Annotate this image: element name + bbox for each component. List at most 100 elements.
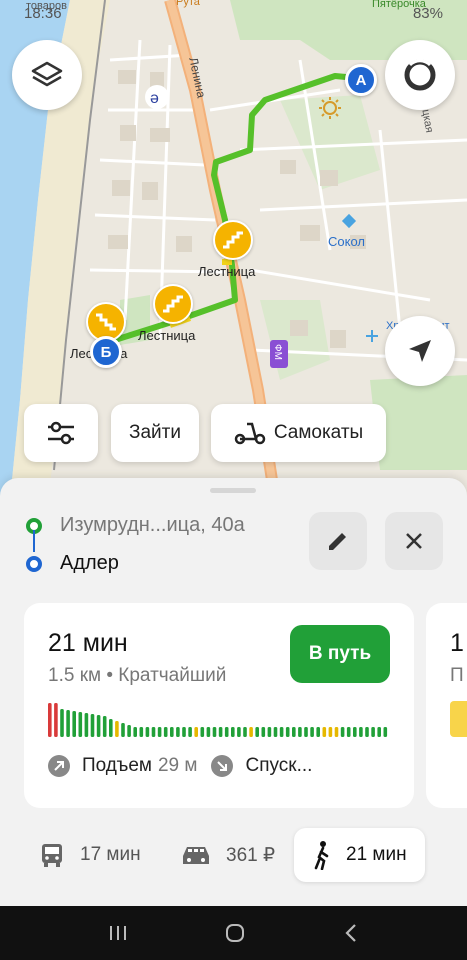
- elevation-bar: [383, 727, 388, 737]
- map-label-fm: ФМ: [272, 344, 283, 360]
- route-option-card[interactable]: 21 мин 1.5 км • Кратчайший В путь Подъем…: [24, 603, 414, 808]
- sliders-icon: [48, 421, 74, 445]
- pencil-icon: [329, 533, 346, 550]
- elevation-bar: [243, 727, 247, 737]
- elevation-bar: [182, 727, 186, 737]
- mode-taxi[interactable]: 361 ₽: [180, 828, 275, 882]
- route-summary: 1.5 км • Кратчайший: [48, 665, 226, 687]
- elevation-bar: [304, 727, 308, 737]
- layers-button[interactable]: [12, 40, 82, 110]
- map-label-stairs-1: Лестница: [198, 264, 256, 279]
- elevation-bar: [121, 723, 125, 737]
- elevation-bar: [371, 727, 375, 737]
- stairs-icon: [96, 313, 116, 331]
- elevation-bar: [176, 727, 180, 737]
- map-label-stairs-2: Лестница: [138, 328, 196, 343]
- stairs-marker-1[interactable]: [213, 220, 253, 260]
- stairs-marker-2[interactable]: [153, 284, 193, 324]
- ascent-icon: [48, 755, 70, 777]
- elevation-bar: [285, 727, 290, 737]
- route-distance: 1.5 км: [48, 665, 102, 686]
- assistant-ring-icon: [404, 59, 436, 91]
- map-label-sokol: Сокол: [328, 234, 365, 249]
- elevation-bar: [78, 712, 83, 737]
- close-route-button[interactable]: [385, 512, 443, 570]
- elevation-bar: [84, 713, 89, 737]
- scooter-icon: [234, 422, 266, 445]
- route-start-marker[interactable]: А: [345, 64, 377, 96]
- elevation-bar: [54, 703, 58, 737]
- pedestrian-icon: [314, 841, 329, 870]
- recent-apps-icon[interactable]: [108, 924, 128, 942]
- elevation-bar: [115, 721, 119, 737]
- elevation-bar: [328, 727, 333, 737]
- map-label-tovarov: товаров: [26, 0, 67, 12]
- scooters-chip-label: Самокаты: [273, 422, 364, 443]
- ascent-label: Подъем: [82, 755, 152, 776]
- descent-label: Спуск...: [245, 755, 313, 776]
- enter-chip-label: Зайти: [129, 422, 181, 443]
- descent-icon: [211, 755, 234, 777]
- elevation-bar: [163, 727, 168, 737]
- stairs-icon: [163, 295, 183, 313]
- start-route-button[interactable]: В путь: [290, 625, 390, 683]
- elevation-bar: [310, 727, 314, 737]
- waypoint-to[interactable]: Адлер: [26, 552, 119, 575]
- elevation-bar: [249, 727, 253, 737]
- elevation-bar: [206, 727, 211, 737]
- navigation-arrow-icon: [409, 340, 431, 362]
- elevation-bar: [377, 727, 381, 737]
- map-label-pyaterochka: Пятёрочка: [372, 0, 426, 10]
- route-duration: 21 мин: [48, 629, 128, 657]
- elevation-bar: [224, 727, 229, 737]
- route-type: Кратчайший: [118, 665, 227, 686]
- elevation-bar: [145, 727, 150, 737]
- elevation-bar: [346, 727, 351, 737]
- close-icon: [406, 533, 422, 549]
- back-icon[interactable]: [343, 923, 359, 943]
- elevation-bar: [231, 727, 235, 737]
- elevation-bar: [72, 711, 76, 737]
- route-panel: Изумрудн...ица, 40а Адлер 21 мин 1.5 км …: [0, 478, 467, 906]
- enter-chip[interactable]: Зайти: [111, 404, 199, 462]
- elevation-profile: [48, 703, 388, 737]
- destination-dot-icon: [26, 555, 42, 572]
- elevation-bar: [353, 727, 357, 737]
- map-view[interactable]: ə 18:36 83% товаров Рута Пятёрочка Ленин…: [0, 0, 467, 500]
- route-settings-button[interactable]: [24, 404, 98, 462]
- alt-route-summary: П: [450, 665, 464, 686]
- elevation-bar: [48, 703, 52, 737]
- scooters-chip[interactable]: Самокаты: [211, 404, 386, 462]
- elevation-stats: Подъем 29 м Спуск...: [48, 755, 312, 777]
- elevation-bar: [292, 727, 296, 737]
- alt-route-card[interactable]: 1 П: [426, 603, 467, 808]
- stairs-icon: [223, 231, 243, 249]
- alt-route-profile: [450, 701, 467, 737]
- elevation-bar: [237, 727, 241, 737]
- drag-handle[interactable]: [210, 488, 256, 493]
- elevation-bar: [109, 719, 113, 737]
- mode-walk[interactable]: 21 мин: [294, 828, 425, 882]
- elevation-bar: [102, 716, 107, 737]
- elevation-bar: [133, 727, 137, 737]
- waypoint-from[interactable]: Изумрудн...ица, 40а: [26, 514, 245, 537]
- elevation-bar: [157, 727, 162, 737]
- elevation-bar: [255, 727, 259, 737]
- my-location-button[interactable]: [385, 316, 455, 386]
- elevation-bar: [60, 709, 64, 737]
- mode-transit[interactable]: 17 мин: [38, 828, 141, 882]
- elevation-bar: [322, 727, 327, 737]
- mode-taxi-price: 361 ₽: [226, 844, 276, 866]
- bus-icon: [42, 844, 62, 867]
- elevation-bar: [194, 727, 198, 737]
- route-end-marker[interactable]: Б: [90, 336, 122, 368]
- ascent-value: 29 м: [157, 755, 198, 776]
- system-navigation-bar: [0, 906, 467, 960]
- elevation-bar: [188, 727, 192, 737]
- elevation-bar: [170, 727, 174, 737]
- layers-icon: [31, 61, 63, 87]
- assistant-button[interactable]: [385, 40, 455, 110]
- home-icon[interactable]: [224, 922, 246, 944]
- edit-route-button[interactable]: [309, 512, 367, 570]
- alt-route-duration: 1: [450, 629, 464, 657]
